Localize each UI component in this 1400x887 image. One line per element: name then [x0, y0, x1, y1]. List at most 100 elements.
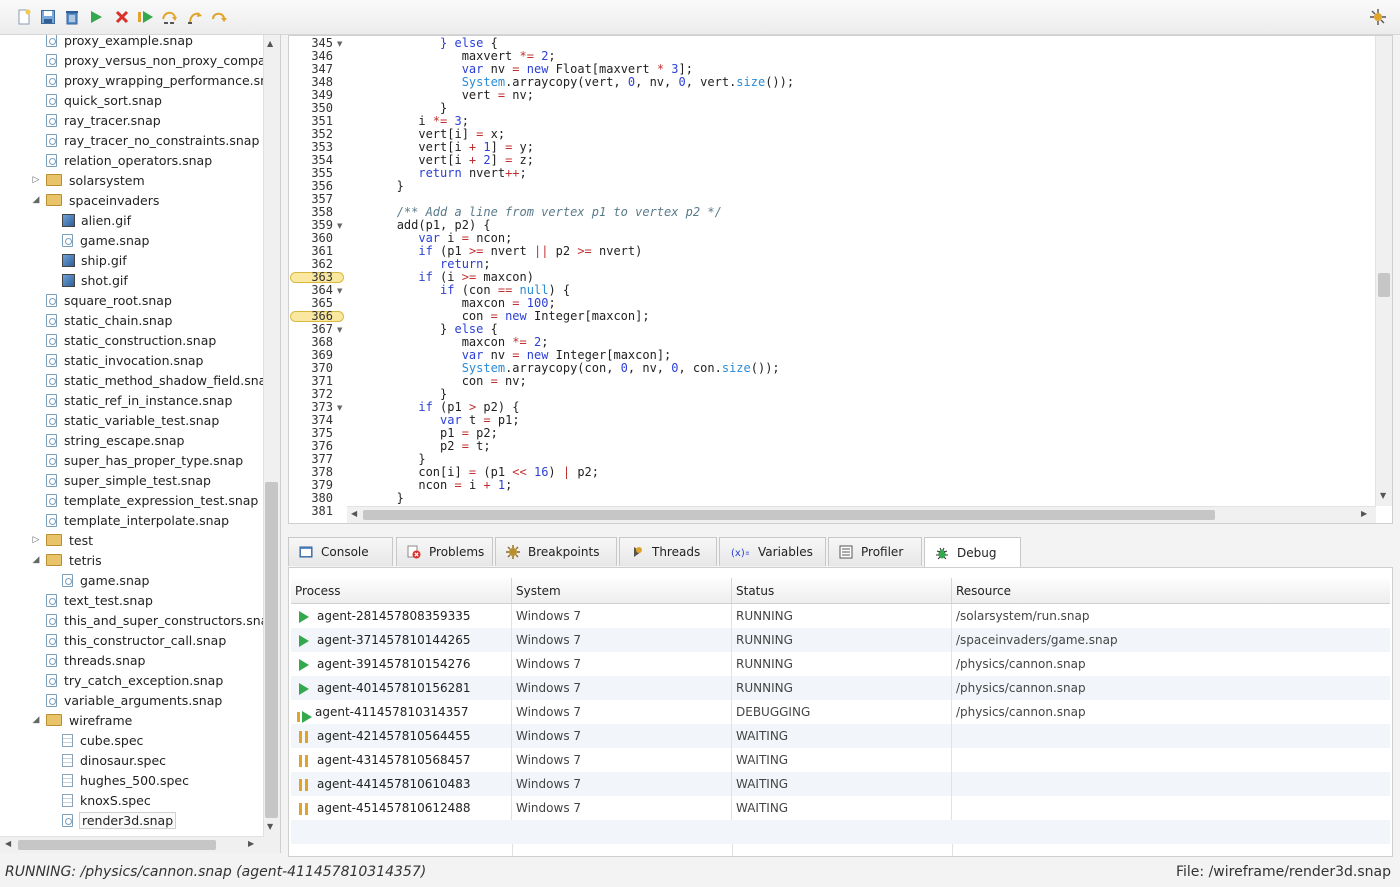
tree-file[interactable]: static_invocation.snap: [46, 350, 204, 370]
fold-toggle-icon[interactable]: ▼: [337, 222, 342, 230]
table-row[interactable]: agent-421457810564455 Windows 7 WAITING: [291, 724, 1390, 748]
column-header-system[interactable]: System: [512, 578, 732, 603]
table-row[interactable]: agent-451457810612488 Windows 7 WAITING: [291, 796, 1390, 820]
tree-file[interactable]: template_expression_test.snap: [46, 490, 258, 510]
tree-file[interactable]: variable_arguments.snap: [46, 690, 222, 710]
column-header-resource[interactable]: Resource: [952, 578, 1390, 603]
tree-file[interactable]: render3d.snap: [62, 810, 177, 830]
tab-breakpoints[interactable]: Breakpoints: [495, 537, 617, 566]
tree-file[interactable]: dinosaur.spec: [62, 750, 166, 770]
tree-file[interactable]: static_variable_test.snap: [46, 410, 219, 430]
tree-file[interactable]: knoxS.spec: [62, 790, 151, 810]
tree-file[interactable]: ship.gif: [62, 250, 127, 270]
table-row[interactable]: agent-281457808359335 Windows 7 RUNNING/so…: [291, 604, 1390, 628]
table-row[interactable]: agent-371457810144265 Windows 7 RUNNING/sp…: [291, 628, 1390, 652]
scroll-left-arrow-icon[interactable]: ◀: [5, 839, 11, 848]
cell-status: RUNNING: [732, 604, 952, 628]
save-icon[interactable]: [39, 8, 57, 26]
tab-variables[interactable]: (x)= Variables: [719, 537, 826, 566]
tab-profiler[interactable]: Profiler: [828, 537, 922, 566]
tab-console[interactable]: Console: [288, 537, 393, 566]
code-editor[interactable]: 345 ▼ 346 347 348 349 350 351 352 353 354 355 356 357…: [288, 35, 1393, 524]
fold-toggle-icon[interactable]: ▼: [337, 40, 342, 48]
code-line[interactable]: }: [375, 492, 404, 505]
fold-toggle-icon[interactable]: ▼: [337, 287, 342, 295]
run-icon[interactable]: [87, 8, 105, 26]
tree-file[interactable]: text_test.snap: [46, 590, 153, 610]
tree-file[interactable]: game.snap: [62, 570, 149, 590]
table-row[interactable]: agent-391457810154276 Windows 7 RUNNING/ph…: [291, 652, 1390, 676]
step-into-icon[interactable]: [186, 8, 204, 26]
editor-hscroll-thumb[interactable]: [363, 510, 1215, 520]
column-header-status[interactable]: Status: [732, 578, 952, 603]
tree-file[interactable]: proxy_versus_non_proxy_compar: [46, 50, 271, 70]
tree-file[interactable]: static_chain.snap: [46, 310, 172, 330]
tree-folder[interactable]: ◢ wireframe: [30, 710, 133, 730]
tree-file[interactable]: cube.spec: [62, 730, 143, 750]
tree-file[interactable]: string_escape.snap: [46, 430, 185, 450]
collapse-arrow-icon[interactable]: ▷: [30, 534, 42, 546]
tree-file[interactable]: this_and_super_constructors.snap: [46, 610, 276, 630]
fold-toggle-icon[interactable]: ▼: [337, 326, 342, 334]
tree-file[interactable]: game.snap: [62, 230, 149, 250]
tree-file[interactable]: proxy_wrapping_performance.sna: [46, 70, 276, 90]
tree-file[interactable]: super_simple_test.snap: [46, 470, 211, 490]
table-row[interactable]: agent-431457810568457 Windows 7 WAITING: [291, 748, 1390, 772]
debug-perspective-icon[interactable]: [1369, 8, 1387, 26]
editor-horizontal-scrollbar[interactable]: ◀ ▶: [347, 506, 1376, 523]
tab-problems[interactable]: Problems: [396, 537, 493, 566]
step-out-icon[interactable]: [210, 8, 228, 26]
tree-vertical-scrollbar[interactable]: ▲ ▼: [263, 35, 280, 853]
tree-file[interactable]: alien.gif: [62, 210, 131, 230]
stop-icon[interactable]: [113, 8, 131, 26]
resume-icon[interactable]: [137, 8, 155, 26]
tree-file[interactable]: this_constructor_call.snap: [46, 630, 226, 650]
table-row[interactable]: agent-411457810314357 Windows 7 DEBUGGING /…: [291, 700, 1390, 724]
tree-hscroll-thumb[interactable]: [18, 840, 216, 850]
scroll-down-arrow-icon[interactable]: ▼: [267, 822, 273, 831]
tree-file[interactable]: ray_tracer.snap: [46, 110, 161, 130]
delete-icon[interactable]: [63, 8, 81, 26]
tree-file[interactable]: static_method_shadow_field.snap: [46, 370, 274, 390]
tree-file[interactable]: proxy_example.snap: [46, 35, 193, 50]
tree-horizontal-scrollbar[interactable]: ◀ ▶: [0, 836, 264, 853]
expand-arrow-icon[interactable]: ◢: [30, 714, 42, 726]
tree-file[interactable]: square_root.snap: [46, 290, 172, 310]
tab-debug[interactable]: Debug: [924, 537, 1021, 568]
editor-vertical-scrollbar[interactable]: ▼: [1375, 36, 1392, 506]
expand-arrow-icon[interactable]: ◢: [30, 194, 42, 206]
table-row[interactable]: agent-441457810610483 Windows 7 WAITING: [291, 772, 1390, 796]
tree-file[interactable]: relation_operators.snap: [46, 150, 212, 170]
scroll-up-arrow-icon[interactable]: ▲: [267, 39, 273, 48]
expand-arrow-icon[interactable]: ◢: [30, 554, 42, 566]
editor-scroll-thumb[interactable]: [1378, 273, 1390, 297]
tree-file[interactable]: static_ref_in_instance.snap: [46, 390, 232, 410]
code-line[interactable]: }: [375, 180, 404, 193]
tree-scroll-thumb[interactable]: [265, 482, 278, 818]
tree-file[interactable]: quick_sort.snap: [46, 90, 162, 110]
collapse-arrow-icon[interactable]: ▷: [30, 174, 42, 186]
step-over-icon[interactable]: [161, 8, 179, 26]
tree-file[interactable]: super_has_proper_type.snap: [46, 450, 243, 470]
scroll-right-arrow-icon[interactable]: ▶: [248, 839, 254, 848]
editor-scroll-right-icon[interactable]: ▶: [1361, 509, 1367, 518]
tree-file[interactable]: hughes_500.spec: [62, 770, 189, 790]
tree-folder[interactable]: ▷ solarsystem: [30, 170, 145, 190]
column-header-process[interactable]: Process: [291, 578, 512, 603]
fold-toggle-icon[interactable]: ▼: [337, 404, 342, 412]
editor-scroll-left-icon[interactable]: ◀: [351, 509, 357, 518]
editor-scroll-down-icon[interactable]: ▼: [1380, 491, 1386, 500]
line-number-gutter[interactable]: 345 ▼ 346 347 348 349 350 351 352 353 354 355 356 357…: [289, 36, 345, 518]
new-file-icon[interactable]: [15, 8, 33, 26]
tree-folder[interactable]: ◢ spaceinvaders: [30, 190, 160, 210]
tree-folder[interactable]: ▷ test: [30, 530, 93, 550]
table-row[interactable]: agent-401457810156281 Windows 7 RUNNING/ph…: [291, 676, 1390, 700]
tree-file[interactable]: shot.gif: [62, 270, 128, 290]
tab-threads[interactable]: Threads: [619, 537, 717, 566]
tree-file[interactable]: template_interpolate.snap: [46, 510, 229, 530]
tree-file[interactable]: static_construction.snap: [46, 330, 216, 350]
tree-file[interactable]: ray_tracer_no_constraints.snap: [46, 130, 259, 150]
tree-file[interactable]: try_catch_exception.snap: [46, 670, 223, 690]
tree-file[interactable]: threads.snap: [46, 650, 146, 670]
tree-folder[interactable]: ◢ tetris: [30, 550, 102, 570]
